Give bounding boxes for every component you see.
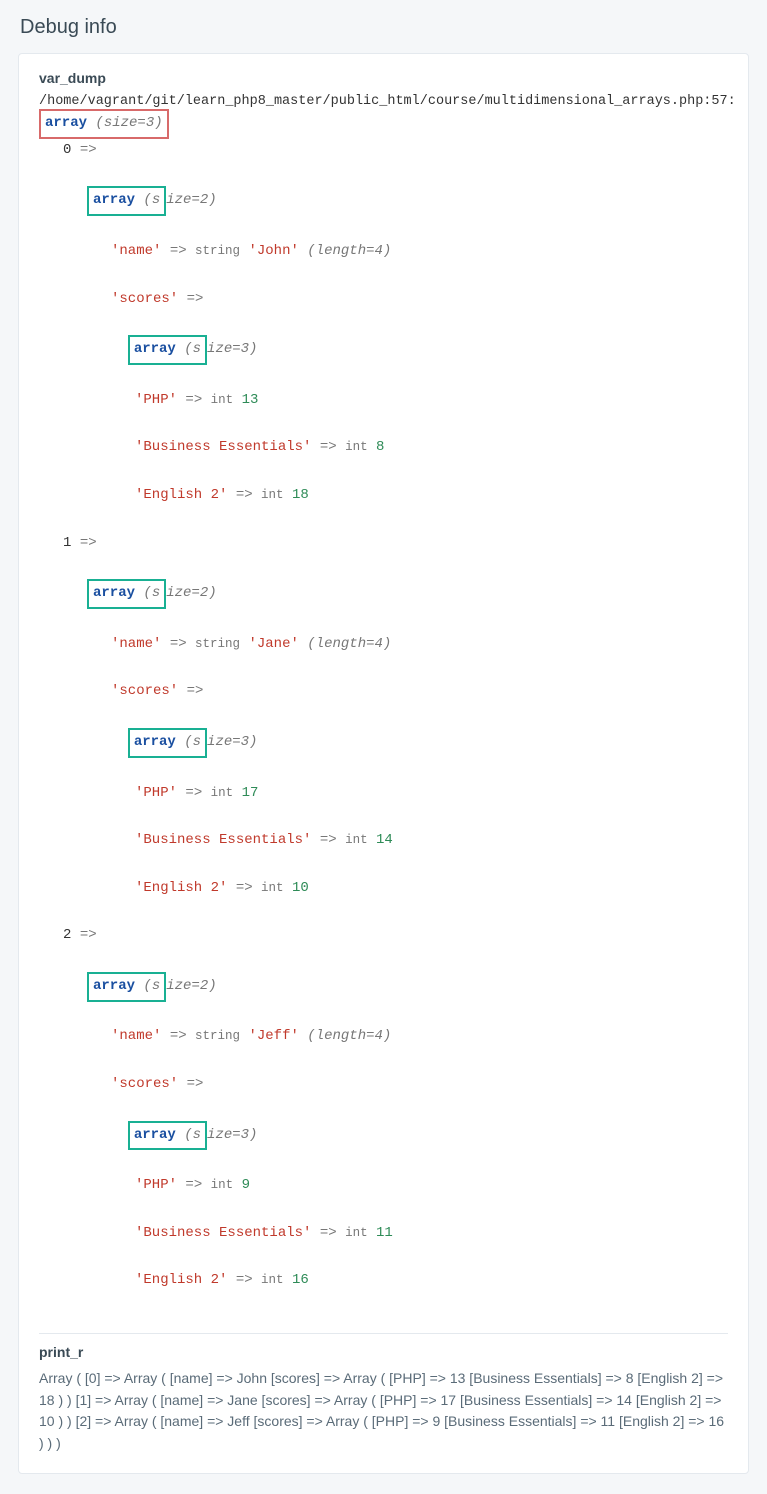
entry-1-score-0: 'PHP' => int 17: [39, 782, 728, 806]
entry-2-array: array (size=2): [39, 972, 728, 1002]
divider: [39, 1333, 728, 1334]
entry-0-score-2: 'English 2' => int 18: [39, 484, 728, 508]
entry-0-index: 0 =>: [39, 139, 728, 163]
highlight-entry-2: array (s: [87, 972, 166, 1002]
entry-0-scores-array: array (size=3): [39, 335, 728, 365]
page-title: Debug info: [20, 16, 749, 39]
highlight-entry-0: array (s: [87, 186, 166, 216]
entry-1-scores-array: array (size=3): [39, 728, 728, 758]
kw-array: array: [45, 115, 87, 131]
entry-2-scores-array: array (size=3): [39, 1121, 728, 1151]
entry-2-score-2: 'English 2' => int 16: [39, 1269, 728, 1293]
root-size: (size=3): [95, 115, 162, 131]
highlight-root-array: array (size=3): [39, 109, 169, 139]
entry-1-score-1: 'Business Essentials' => int 14: [39, 829, 728, 853]
entry-1-score-2: 'English 2' => int 10: [39, 877, 728, 901]
entry-0-scores-key: 'scores' =>: [39, 288, 728, 312]
entry-0-name: 'name' => string 'John' (length=4): [39, 240, 728, 264]
entry-1-name: 'name' => string 'Jane' (length=4): [39, 633, 728, 657]
vardump-output: array (size=3) 0 => array (size=2) 'name…: [39, 109, 728, 1317]
highlight-entry-1-scores: array (s: [128, 728, 207, 758]
entry-1-index: 1 =>: [39, 532, 728, 556]
page-root: Debug info var_dump /home/vagrant/git/le…: [0, 0, 767, 1494]
printr-output: Array ( [0] => Array ( [name] => John [s…: [39, 1368, 728, 1455]
entry-1-scores-key: 'scores' =>: [39, 680, 728, 704]
debug-panel: var_dump /home/vagrant/git/learn_php8_ma…: [18, 53, 749, 1474]
entry-1-array: array (size=2): [39, 579, 728, 609]
section-title-printr: print_r: [39, 1344, 728, 1360]
highlight-entry-1: array (s: [87, 579, 166, 609]
entry-2-index: 2 =>: [39, 924, 728, 948]
highlight-entry-2-scores: array (s: [128, 1121, 207, 1151]
entry-2-name: 'name' => string 'Jeff' (length=4): [39, 1025, 728, 1049]
entry-0-score-1: 'Business Essentials' => int 8: [39, 436, 728, 460]
entry-2-score-1: 'Business Essentials' => int 11: [39, 1222, 728, 1246]
section-title-vardump: var_dump: [39, 70, 728, 86]
entry-2-scores-key: 'scores' =>: [39, 1073, 728, 1097]
entry-0-array: array (size=2): [39, 186, 728, 216]
vardump-file-path: /home/vagrant/git/learn_php8_master/publ…: [39, 94, 728, 109]
highlight-entry-0-scores: array (s: [128, 335, 207, 365]
entry-0-score-0: 'PHP' => int 13: [39, 389, 728, 413]
entry-2-score-0: 'PHP' => int 9: [39, 1174, 728, 1198]
